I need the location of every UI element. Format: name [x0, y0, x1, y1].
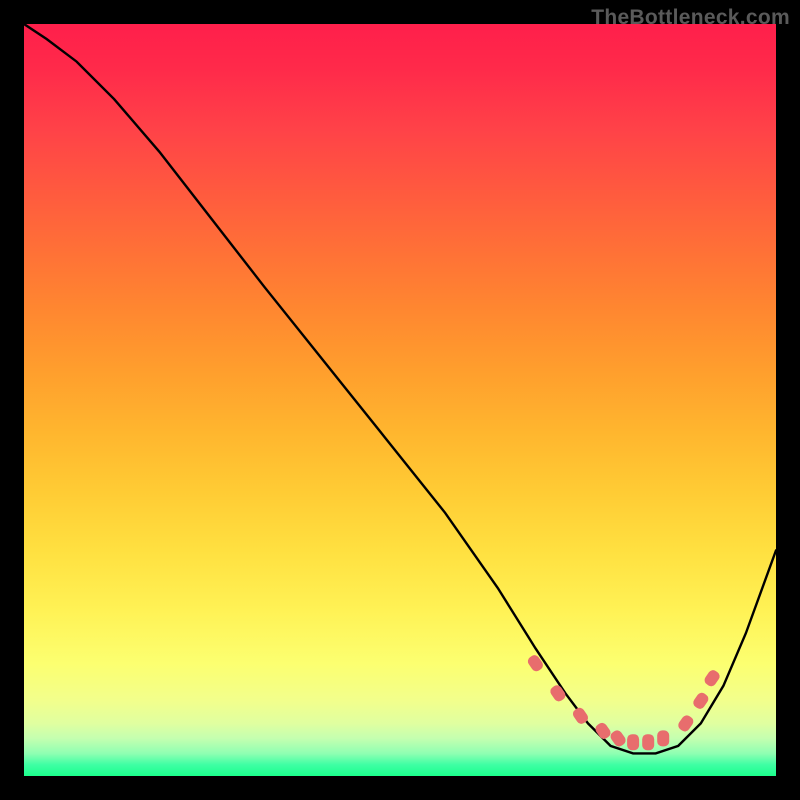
plot-area: [24, 24, 776, 776]
marker-dot: [703, 668, 722, 688]
chart-svg: [24, 24, 776, 776]
marker-dot: [642, 734, 654, 750]
bottleneck-curve: [24, 24, 776, 753]
marker-dot: [691, 691, 710, 711]
marker-dot: [627, 734, 639, 750]
marker-group: [526, 653, 722, 750]
marker-dot: [657, 730, 669, 746]
marker-dot: [548, 683, 567, 703]
marker-dot: [593, 721, 612, 741]
chart-container: TheBottleneck.com: [0, 0, 800, 800]
